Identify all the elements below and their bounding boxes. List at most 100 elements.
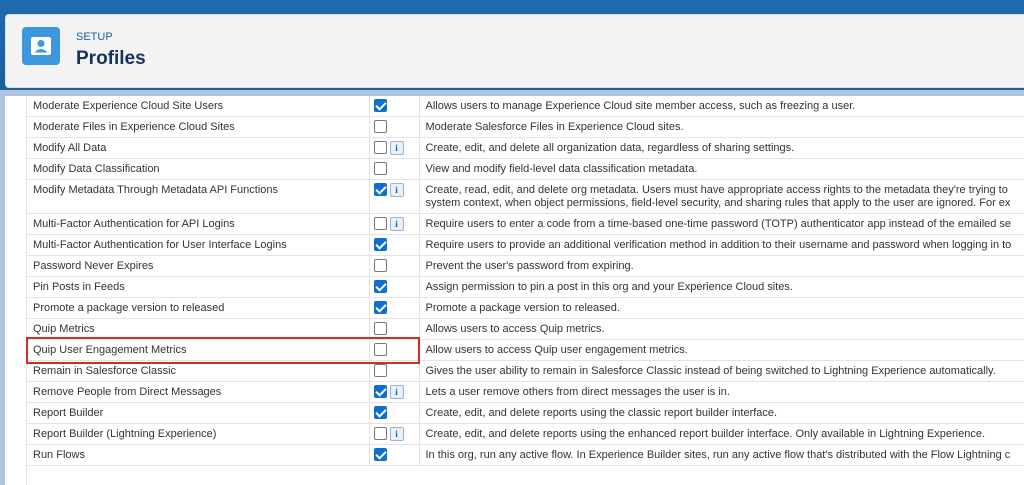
description-line: Gives the user ability to remain in Sale… (425, 365, 996, 377)
description-line: Lets a user remove others from direct me… (425, 386, 730, 398)
table-row: Quip Metrics Allows users to access Quip … (27, 318, 1024, 340)
permission-name: Pin Posts in Feeds (27, 276, 370, 298)
description-line: system context, when object permissions,… (425, 197, 1011, 209)
permission-description: Require users to provide an additional v… (419, 234, 1024, 256)
permission-checkbox[interactable] (373, 322, 387, 335)
permission-description: Promote a package version to released. (419, 297, 1024, 319)
permission-name: Report Builder (Lightning Experience) (27, 423, 370, 445)
table-row: Quip User Engagement Metrics Allow users … (27, 339, 1024, 361)
table-row: Password Never Expires Prevent the user's… (27, 255, 1024, 277)
permission-description: Gives the user ability to remain in Sale… (419, 360, 1024, 382)
permission-checkbox-cell (369, 255, 420, 277)
permission-checkbox-cell (369, 318, 420, 340)
description-line: Promote a package version to released. (425, 302, 620, 314)
permission-description: Create, edit, and delete reports using t… (419, 423, 1024, 445)
info-icon[interactable]: i (389, 385, 404, 399)
permission-checkbox[interactable] (373, 120, 387, 133)
description-line: Prevent the user's password from expirin… (425, 260, 634, 272)
permission-name: Multi-Factor Authentication for API Logi… (27, 213, 370, 235)
permission-name: Quip Metrics (27, 318, 370, 340)
permission-checkbox-cell: i (369, 137, 420, 159)
permission-checkbox[interactable] (373, 183, 387, 196)
permission-name: Password Never Expires (27, 255, 370, 277)
info-icon[interactable]: i (389, 427, 404, 441)
permission-checkbox[interactable] (373, 448, 387, 461)
permission-checkbox[interactable] (373, 406, 387, 419)
permission-name: Promote a package version to released (27, 297, 370, 319)
permission-checkbox-cell (369, 96, 420, 117)
permission-checkbox-cell: i (369, 179, 420, 214)
description-line: Require users to enter a code from a tim… (425, 218, 1012, 230)
description-line: Create, read, edit, and delete org metad… (425, 184, 1008, 196)
table-row: Remove People from Direct Messages i Lets … (27, 381, 1024, 403)
permission-checkbox-cell (369, 158, 420, 180)
table-row: Report Builder (Lightning Experience) i Cr… (27, 423, 1024, 445)
table-row: Promote a package version to released Pro… (27, 297, 1024, 319)
permission-description: Allow users to access Quip user engageme… (419, 339, 1024, 361)
permissions-table: Moderate Experience Cloud Site Users Allo… (27, 96, 1024, 466)
permission-name: Multi-Factor Authentication for User Int… (27, 234, 370, 256)
permission-name: Report Builder (27, 402, 370, 424)
permission-description: Prevent the user's password from expirin… (419, 255, 1024, 277)
permission-description: Assign permission to pin a post in this … (419, 276, 1024, 298)
permission-checkbox[interactable] (373, 99, 387, 112)
permission-description: Allows users to manage Experience Cloud … (419, 96, 1024, 117)
user-icon (22, 27, 60, 65)
setup-label: SETUP (76, 31, 113, 43)
permission-checkbox-cell (369, 444, 420, 466)
permission-checkbox-cell (369, 116, 420, 138)
permission-checkbox[interactable] (373, 280, 387, 293)
permission-description: In this org, run any active flow. In Exp… (419, 444, 1024, 466)
permission-name: Quip User Engagement Metrics (27, 339, 370, 361)
permission-checkbox-cell (369, 276, 420, 298)
table-row: Moderate Files in Experience Cloud Sites… (27, 116, 1024, 138)
permission-name: Modify Metadata Through Metadata API Fun… (27, 179, 370, 214)
left-gutter (5, 96, 27, 485)
permission-description: Create, read, edit, and delete org metad… (419, 179, 1024, 214)
permission-description: Create, edit, and delete all organizatio… (419, 137, 1024, 159)
permission-name: Remain in Salesforce Classic (27, 360, 370, 382)
table-row: Modify All Data i Create, edit, and delete… (27, 137, 1024, 159)
description-line: Create, edit, and delete reports using t… (425, 428, 986, 440)
page-header: SETUP Profiles (5, 14, 1024, 88)
info-icon[interactable]: i (389, 183, 404, 197)
permission-checkbox[interactable] (373, 259, 387, 272)
description-line: Allows users to access Quip metrics. (425, 323, 605, 335)
permission-name: Run Flows (27, 444, 370, 466)
permission-checkbox[interactable] (373, 427, 387, 440)
permission-checkbox-cell: i (369, 423, 420, 445)
table-row: Pin Posts in Feeds Assign permission to p… (27, 276, 1024, 298)
permission-checkbox[interactable] (373, 217, 387, 230)
table-row: Run Flows In this org, run any active flo… (27, 444, 1024, 466)
description-line: View and modify field-level data classif… (425, 163, 698, 175)
permission-description: View and modify field-level data classif… (419, 158, 1024, 180)
permission-checkbox-cell (369, 297, 420, 319)
permission-checkbox[interactable] (373, 141, 387, 154)
permission-description: Require users to enter a code from a tim… (419, 213, 1024, 235)
permission-name: Modify Data Classification (27, 158, 370, 180)
info-icon[interactable]: i (389, 141, 404, 155)
table-row: Modify Data Classification View and modif… (27, 158, 1024, 180)
permissions-panel: Moderate Experience Cloud Site Users Allo… (5, 96, 1024, 485)
description-line: Allows users to manage Experience Cloud … (425, 100, 856, 112)
description-line: Assign permission to pin a post in this … (425, 281, 793, 293)
table-row: Report Builder Create, edit, and delete r… (27, 402, 1024, 424)
permission-checkbox-cell: i (369, 213, 420, 235)
permission-checkbox[interactable] (373, 343, 387, 356)
table-row: Modify Metadata Through Metadata API Fun… (27, 179, 1024, 214)
table-row: Multi-Factor Authentication for User Int… (27, 234, 1024, 256)
permission-checkbox[interactable] (373, 364, 387, 377)
permission-checkbox-cell (369, 234, 420, 256)
permission-checkbox[interactable] (373, 385, 387, 398)
permission-name: Moderate Experience Cloud Site Users (27, 96, 370, 117)
permission-name: Moderate Files in Experience Cloud Sites (27, 116, 370, 138)
permission-checkbox[interactable] (373, 238, 387, 251)
info-icon[interactable]: i (389, 217, 404, 231)
permission-checkbox[interactable] (373, 162, 387, 175)
description-line: Require users to provide an additional v… (425, 239, 1012, 251)
permission-name: Modify All Data (27, 137, 370, 159)
permission-checkbox-cell (369, 339, 420, 361)
permission-description: Lets a user remove others from direct me… (419, 381, 1024, 403)
permission-description: Create, edit, and delete reports using t… (419, 402, 1024, 424)
permission-checkbox[interactable] (373, 301, 387, 314)
